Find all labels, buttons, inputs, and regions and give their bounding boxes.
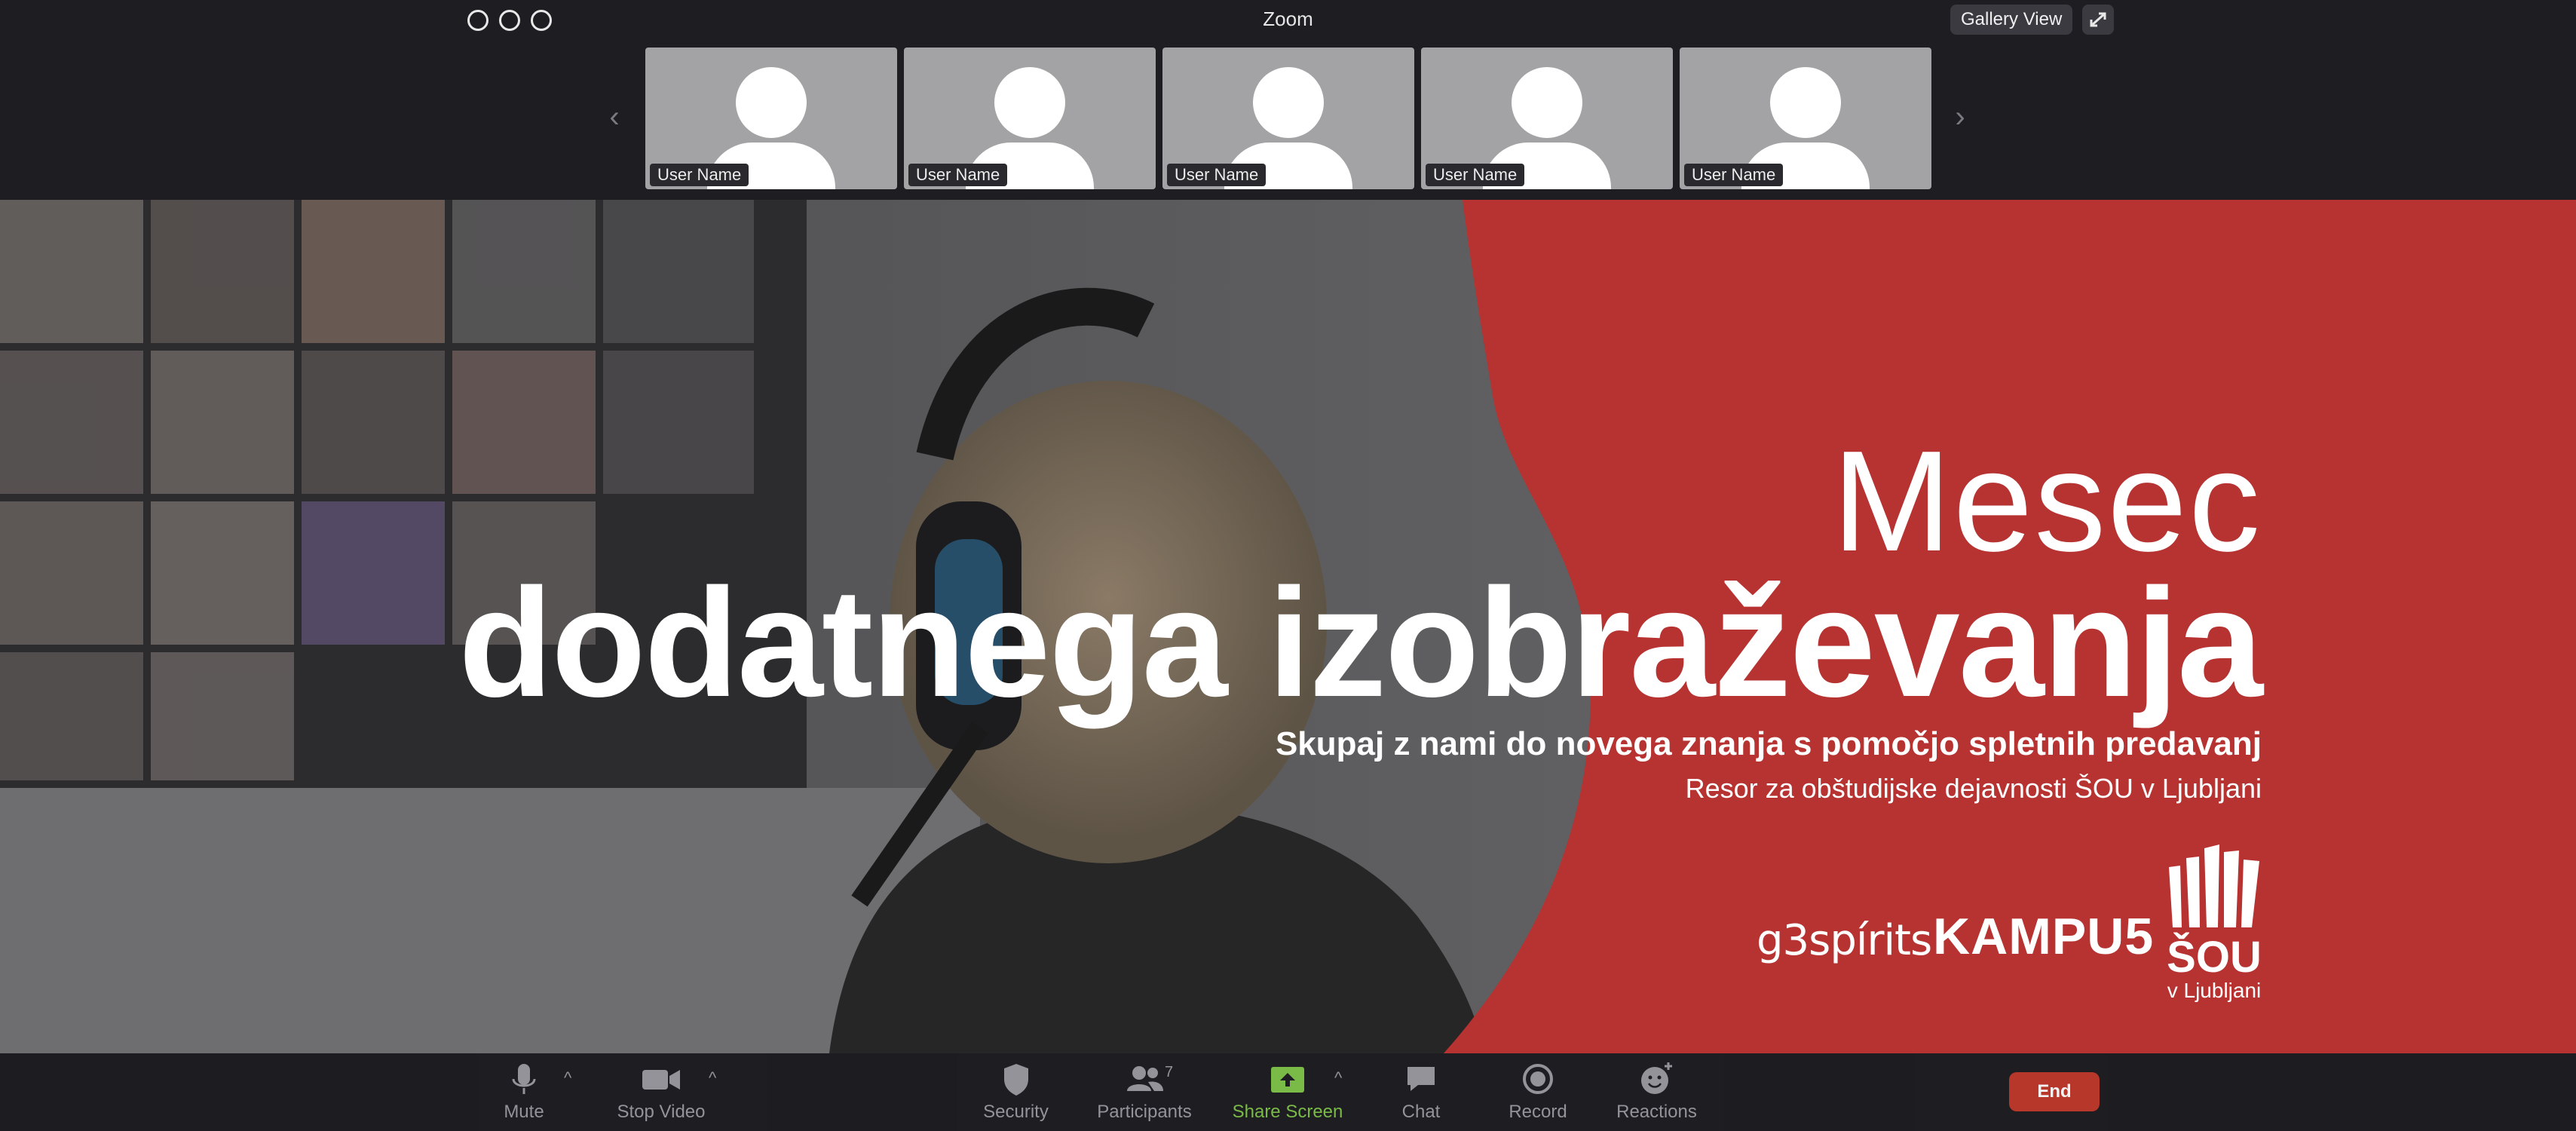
share-screen-button[interactable]: Share Screen [1227, 1061, 1348, 1123]
video-options-caret-icon[interactable]: ^ [709, 1068, 716, 1088]
participant-tile[interactable]: User Name [1421, 48, 1673, 189]
chat-label: Chat [1401, 1102, 1441, 1122]
participant-name: User Name [908, 164, 1008, 186]
video-camera-icon [642, 1070, 680, 1090]
g3spirits-logo: g3spírits [1757, 916, 1932, 965]
participants-count: 7 [1165, 1064, 1174, 1080]
top-bar: Zoom Gallery View ‹ › User Name User Nam… [0, 0, 2576, 200]
slide-organizer: Resor za obštudijske dejavnosti ŠOU v Lj… [1685, 773, 2262, 804]
next-page-arrow-icon[interactable]: › [1949, 98, 1971, 136]
smiley-plus-icon [1640, 1062, 1672, 1094]
participant-name: User Name [1426, 164, 1525, 186]
participant-name: User Name [1167, 164, 1267, 186]
participant-strip: User Name User Name User Name User Name … [645, 48, 1931, 189]
share-screen-icon [1271, 1067, 1304, 1093]
share-options-caret-icon[interactable]: ^ [1334, 1068, 1342, 1088]
slide-title-bold: dodatnega izobraževanja [458, 556, 2263, 729]
participant-tile[interactable]: User Name [1680, 48, 1931, 189]
window-title: Zoom [1263, 8, 1313, 30]
mute-label: Mute [504, 1102, 544, 1122]
stop-video-label: Stop Video [617, 1102, 706, 1122]
participant-name: User Name [1684, 164, 1784, 186]
shared-slide: Mesec dodatnega izobraževanja Skupaj z n… [0, 200, 2576, 1053]
reactions-button[interactable]: Reactions [1613, 1061, 1700, 1123]
participants-label: Participants [1097, 1102, 1192, 1122]
security-button[interactable]: Security [976, 1061, 1055, 1123]
avatar-icon [1253, 67, 1324, 138]
participants-icon [1127, 1066, 1163, 1091]
sou-logo-subtext: v Ljubljani [2167, 979, 2262, 1002]
participant-name: User Name [650, 164, 749, 186]
security-label: Security [983, 1102, 1049, 1122]
participants-button[interactable]: Participants [1092, 1061, 1197, 1123]
share-screen-label: Share Screen [1232, 1102, 1343, 1122]
chat-bubble-icon [1407, 1067, 1435, 1091]
participant-tile[interactable]: User Name [904, 48, 1156, 189]
record-icon [1523, 1064, 1553, 1094]
sou-logo: ŠOU v Ljubljani [2165, 844, 2263, 1003]
meeting-toolbar: Mute ^ Stop Video ^ Security Participant… [0, 1053, 2576, 1131]
participant-tile[interactable]: User Name [1162, 48, 1414, 189]
avatar-icon [994, 67, 1065, 138]
sou-emblem-icon [2169, 844, 2259, 927]
record-label: Record [1509, 1102, 1567, 1122]
slide-subtitle: Skupaj z nami do novega znanja s pomočjo… [1275, 725, 2262, 762]
participant-tile[interactable]: User Name [645, 48, 897, 189]
avatar-icon [1770, 67, 1841, 138]
avatar-icon [1512, 67, 1582, 138]
end-meeting-button[interactable]: End [2009, 1072, 2100, 1111]
expand-icon [2090, 12, 2106, 27]
record-button[interactable]: Record [1504, 1061, 1572, 1123]
slide-title-light: Mesec [1832, 421, 2262, 581]
mute-button[interactable]: Mute [490, 1061, 558, 1123]
reactions-label: Reactions [1616, 1102, 1697, 1122]
gallery-view-button[interactable]: Gallery View [1950, 5, 2073, 35]
fullscreen-button[interactable] [2082, 5, 2114, 35]
prev-page-arrow-icon[interactable]: ‹ [603, 98, 626, 136]
shield-icon [1003, 1064, 1028, 1096]
kampus-logo: KAMPU5 [1933, 908, 2155, 965]
avatar-icon [736, 67, 807, 138]
audio-options-caret-icon[interactable]: ^ [564, 1068, 571, 1088]
microphone-icon [512, 1064, 536, 1094]
chat-button[interactable]: Chat [1391, 1061, 1451, 1123]
sou-logo-text: ŠOU [2167, 933, 2262, 982]
stop-video-button[interactable]: Stop Video [612, 1061, 710, 1123]
